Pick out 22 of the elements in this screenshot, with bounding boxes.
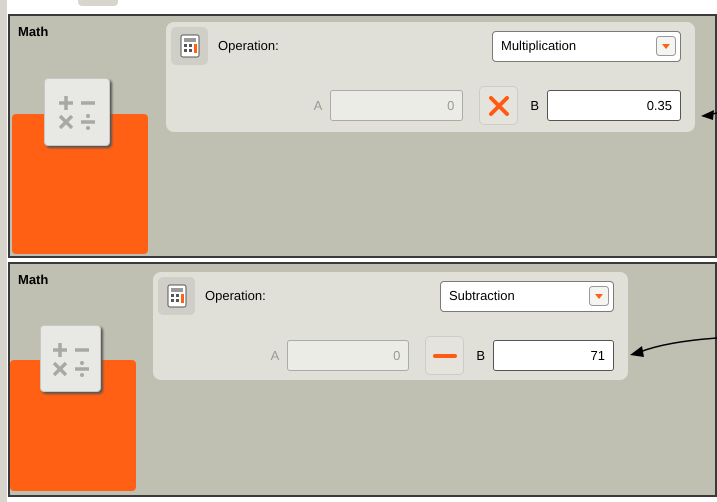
operation-dropdown[interactable]: Multiplication: [492, 30, 681, 62]
b-input-field[interactable]: 0.35: [547, 90, 681, 121]
operator-button[interactable]: [479, 86, 518, 125]
calculator-icon: [158, 277, 195, 315]
block-title: Math: [18, 23, 48, 41]
math-block-icon: [44, 78, 110, 146]
calculator-icon: [171, 27, 208, 65]
math-block-icon: [40, 325, 101, 392]
operation-dropdown[interactable]: Subtraction: [440, 280, 614, 312]
multiply-icon: [488, 94, 510, 116]
operator-button[interactable]: [425, 336, 464, 375]
b-label: B: [530, 96, 539, 115]
b-input-field[interactable]: 71: [493, 340, 614, 371]
arrow: [701, 110, 717, 120]
b-label: B: [476, 346, 485, 365]
a-label: A: [314, 96, 322, 115]
minus-icon: [432, 352, 457, 360]
operation-label: Operation:: [218, 37, 279, 56]
operation-label: Operation:: [205, 287, 266, 306]
tab-edge: [78, 0, 118, 6]
a-label: A: [270, 346, 280, 365]
block-title: Math: [18, 271, 48, 289]
